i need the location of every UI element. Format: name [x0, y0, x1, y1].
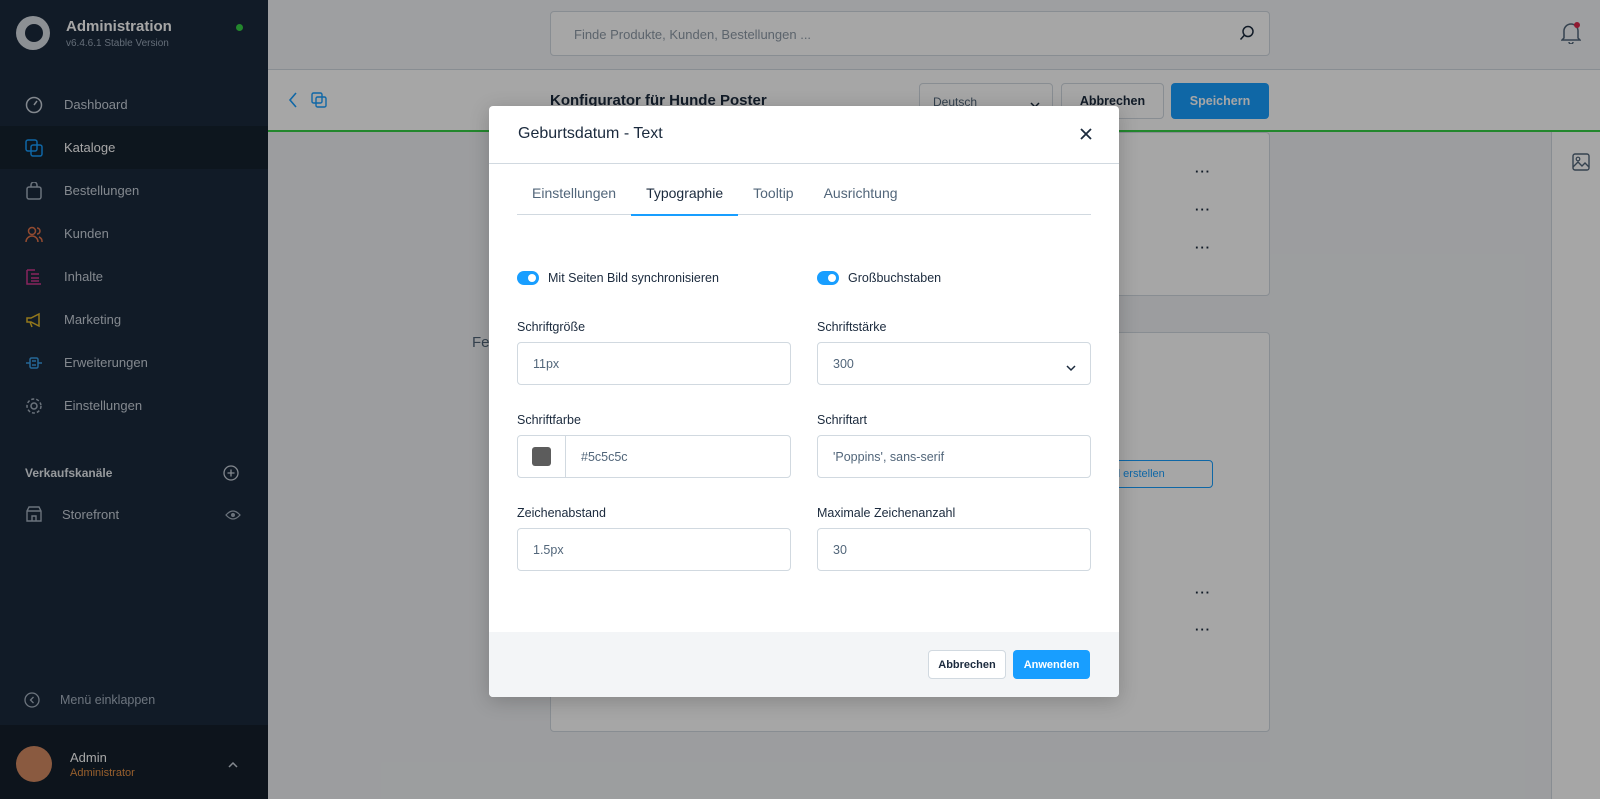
font-size-field: Schriftgröße 11px: [517, 320, 791, 385]
letter-spacing-label: Zeichenabstand: [517, 506, 606, 520]
close-icon[interactable]: [1080, 127, 1092, 140]
sync-switch-row: Mit Seiten Bild synchronisieren: [517, 271, 719, 285]
font-weight-value: 300: [833, 356, 854, 371]
font-family-field: Schriftart 'Poppins', sans-serif: [817, 413, 1091, 478]
max-chars-input[interactable]: 30: [817, 528, 1091, 571]
apply-button[interactable]: Anwenden: [1013, 650, 1090, 679]
modal-footer: Abbrechen Anwenden: [489, 632, 1119, 697]
font-color-value: #5c5c5c: [581, 449, 628, 464]
max-chars-field: Maximale Zeichenanzahl 30: [817, 506, 1091, 571]
font-size-label: Schriftgröße: [517, 320, 586, 334]
chevron-down-icon: [1066, 361, 1076, 372]
uppercase-switch-label: Großbuchstaben: [848, 271, 942, 285]
sync-switch-label: Mit Seiten Bild synchronisieren: [548, 271, 719, 285]
font-weight-label: Schriftstärke: [817, 320, 887, 334]
font-color-field: Schriftfarbe #5c5c5c: [517, 413, 791, 478]
tab-einstellungen[interactable]: Einstellungen: [517, 180, 631, 215]
font-weight-select[interactable]: 300: [817, 342, 1091, 385]
modal-title: Geburtsdatum - Text: [518, 125, 663, 142]
tab-typographie[interactable]: Typographie: [631, 180, 739, 216]
color-swatch: [532, 447, 551, 466]
tab-ausrichtung[interactable]: Ausrichtung: [809, 180, 913, 215]
tab-tooltip[interactable]: Tooltip: [738, 180, 808, 215]
font-family-label: Schriftart: [817, 413, 868, 427]
color-picker-button[interactable]: [518, 436, 566, 477]
font-size-input[interactable]: 11px: [517, 342, 791, 385]
typography-modal: Geburtsdatum - Text Einstellungen Typogr…: [489, 106, 1119, 697]
letter-spacing-field: Zeichenabstand 1.5px: [517, 506, 791, 571]
modal-tabs: Einstellungen Typographie Tooltip Ausric…: [517, 180, 1091, 216]
uppercase-toggle[interactable]: [817, 271, 839, 285]
uppercase-switch-row: Großbuchstaben: [817, 271, 941, 285]
modal-header: Geburtsdatum - Text: [489, 106, 1119, 164]
letter-spacing-input[interactable]: 1.5px: [517, 528, 791, 571]
font-weight-field: Schriftstärke 300: [817, 320, 1091, 385]
modal-cancel-button[interactable]: Abbrechen: [928, 650, 1006, 679]
max-chars-label: Maximale Zeichenanzahl: [817, 506, 956, 520]
font-color-label: Schriftfarbe: [517, 413, 581, 427]
sync-toggle[interactable]: [517, 271, 539, 285]
font-color-input[interactable]: #5c5c5c: [517, 435, 791, 478]
font-family-input[interactable]: 'Poppins', sans-serif: [817, 435, 1091, 478]
